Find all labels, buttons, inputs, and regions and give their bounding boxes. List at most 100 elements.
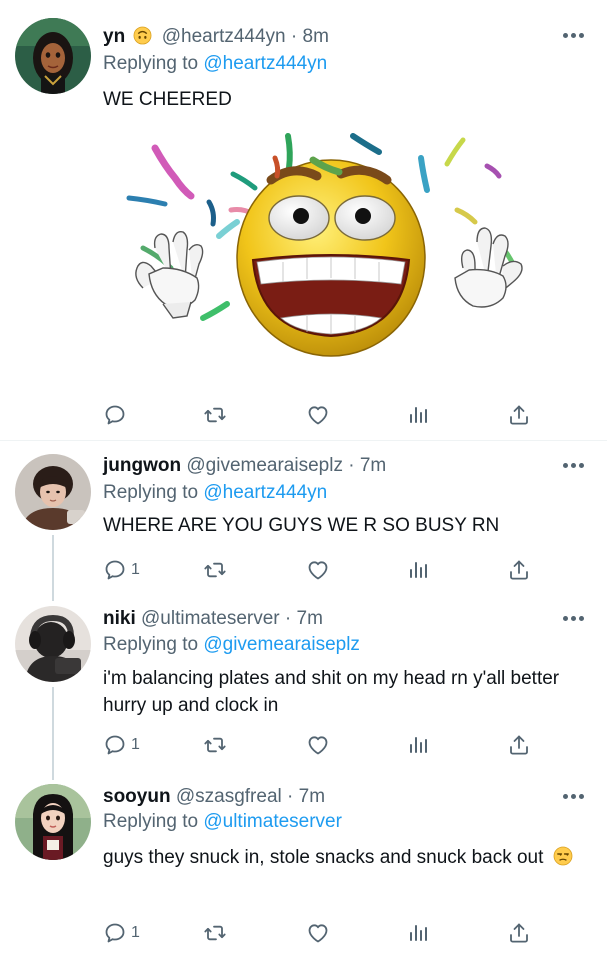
display-name[interactable]: yn	[103, 26, 125, 47]
replying-to: Replying to @heartz444yn	[103, 52, 327, 76]
views-icon	[406, 403, 430, 427]
reply-button[interactable]	[103, 402, 131, 428]
separator: ·	[287, 786, 294, 807]
share-icon	[507, 733, 531, 757]
retweet-icon	[203, 403, 227, 427]
tweet-header: sooyun @szasgfreal · 7m	[103, 785, 325, 809]
reply-icon	[103, 733, 127, 757]
avatar[interactable]	[15, 454, 91, 530]
separator: ·	[290, 26, 298, 47]
replying-to-link[interactable]: @givemearaiseplz	[203, 634, 360, 655]
replying-to-link[interactable]: @ultimateserver	[203, 811, 342, 832]
display-name[interactable]: niki	[103, 608, 136, 629]
like-button[interactable]	[306, 402, 330, 428]
tweet-text: WHERE ARE YOU GUYS WE R SO BUSY RN	[103, 515, 500, 536]
views-button[interactable]	[406, 557, 430, 583]
tweet-header: niki @ultimateserver · 7m	[103, 607, 323, 631]
views-icon	[406, 558, 430, 582]
reply-count: 1	[131, 561, 140, 578]
reply-icon	[103, 558, 127, 582]
replying-to-label: Replying to	[103, 634, 199, 655]
retweet-button[interactable]	[203, 557, 227, 583]
replying-to-label: Replying to	[103, 53, 199, 74]
tweet[interactable]: yn @heartz444yn · 8m Replying to @heartz…	[0, 0, 607, 440]
share-button[interactable]	[507, 732, 531, 758]
like-button[interactable]	[306, 732, 330, 758]
replying-to-label: Replying to	[103, 811, 199, 832]
heart-icon	[306, 921, 330, 945]
timestamp[interactable]: 7m	[360, 455, 386, 476]
reply-count: 1	[131, 924, 140, 941]
replying-to-label: Replying to	[103, 482, 199, 503]
retweet-button[interactable]	[203, 920, 227, 946]
retweet-icon	[203, 558, 227, 582]
separator: ·	[348, 455, 355, 476]
timestamp[interactable]: 8m	[303, 26, 329, 47]
reply-button[interactable]: 1	[103, 557, 140, 583]
views-button[interactable]	[406, 402, 430, 428]
share-button[interactable]	[507, 920, 531, 946]
heart-icon	[306, 558, 330, 582]
separator: ·	[284, 608, 292, 629]
tweet-media[interactable]	[103, 118, 543, 388]
tweet-header: yn @heartz444yn · 8m	[103, 25, 329, 52]
upside-down-face-icon	[133, 26, 152, 52]
retweet-icon	[203, 733, 227, 757]
views-icon	[406, 733, 430, 757]
views-button[interactable]	[406, 732, 430, 758]
avatar[interactable]	[15, 784, 91, 860]
tweet-text: i'm balancing plates and shit on my head…	[103, 668, 560, 716]
replying-to: Replying to @heartz444yn	[103, 481, 327, 505]
replying-to: Replying to @givemearaiseplz	[103, 633, 360, 657]
replying-to-link[interactable]: @heartz444yn	[203, 53, 327, 74]
username[interactable]: @heartz444yn	[162, 26, 286, 47]
replying-to: Replying to @ultimateserver	[103, 810, 342, 834]
thread-line	[52, 687, 54, 776]
reply-button[interactable]: 1	[103, 920, 140, 946]
display-name[interactable]: sooyun	[103, 786, 171, 807]
tweet-text-content: guys they snuck in, stole snacks and snu…	[103, 847, 544, 868]
retweet-button[interactable]	[203, 732, 227, 758]
retweet-icon	[203, 921, 227, 945]
reply-icon	[103, 921, 127, 945]
views-icon	[406, 921, 430, 945]
thread-line	[52, 776, 54, 780]
like-button[interactable]	[306, 557, 330, 583]
tweet-actions	[103, 402, 543, 428]
tweet[interactable]: jungwon @givemearaiseplz · 7m Replying t…	[0, 441, 607, 596]
tweet-text: WE CHEERED	[103, 89, 232, 110]
tweet-actions: 1	[103, 732, 543, 758]
more-options-icon[interactable]	[563, 463, 585, 469]
tweet-text: guys they snuck in, stole snacks and snu…	[103, 842, 593, 877]
retweet-button[interactable]	[203, 402, 227, 428]
display-name[interactable]: jungwon	[103, 455, 181, 476]
like-button[interactable]	[306, 920, 330, 946]
tweet[interactable]: sooyun @szasgfreal · 7m Replying to @ult…	[0, 776, 607, 960]
views-button[interactable]	[406, 920, 430, 946]
avatar[interactable]	[15, 18, 91, 94]
share-button[interactable]	[507, 557, 531, 583]
timestamp[interactable]: 7m	[299, 786, 325, 807]
tweet[interactable]: niki @ultimateserver · 7m Replying to @g…	[0, 596, 607, 776]
unamused-face-icon	[553, 845, 573, 877]
more-options-icon[interactable]	[563, 33, 585, 39]
share-icon	[507, 558, 531, 582]
tweet-actions: 1	[103, 557, 543, 583]
replying-to-link[interactable]: @heartz444yn	[203, 482, 327, 503]
thread-line	[52, 535, 54, 596]
avatar[interactable]	[15, 606, 91, 682]
reply-button[interactable]: 1	[103, 732, 140, 758]
share-button[interactable]	[507, 402, 531, 428]
reply-icon	[103, 403, 127, 427]
heart-icon	[306, 733, 330, 757]
username[interactable]: @szasgfreal	[176, 786, 282, 807]
reply-count: 1	[131, 736, 140, 753]
more-options-icon[interactable]	[563, 616, 585, 622]
tweet-header: jungwon @givemearaiseplz · 7m	[103, 454, 386, 478]
username[interactable]: @ultimateserver	[141, 608, 280, 629]
tweet-actions: 1	[103, 920, 543, 946]
more-options-icon[interactable]	[563, 794, 585, 800]
username[interactable]: @givemearaiseplz	[186, 455, 343, 476]
share-icon	[507, 921, 531, 945]
timestamp[interactable]: 7m	[297, 608, 323, 629]
